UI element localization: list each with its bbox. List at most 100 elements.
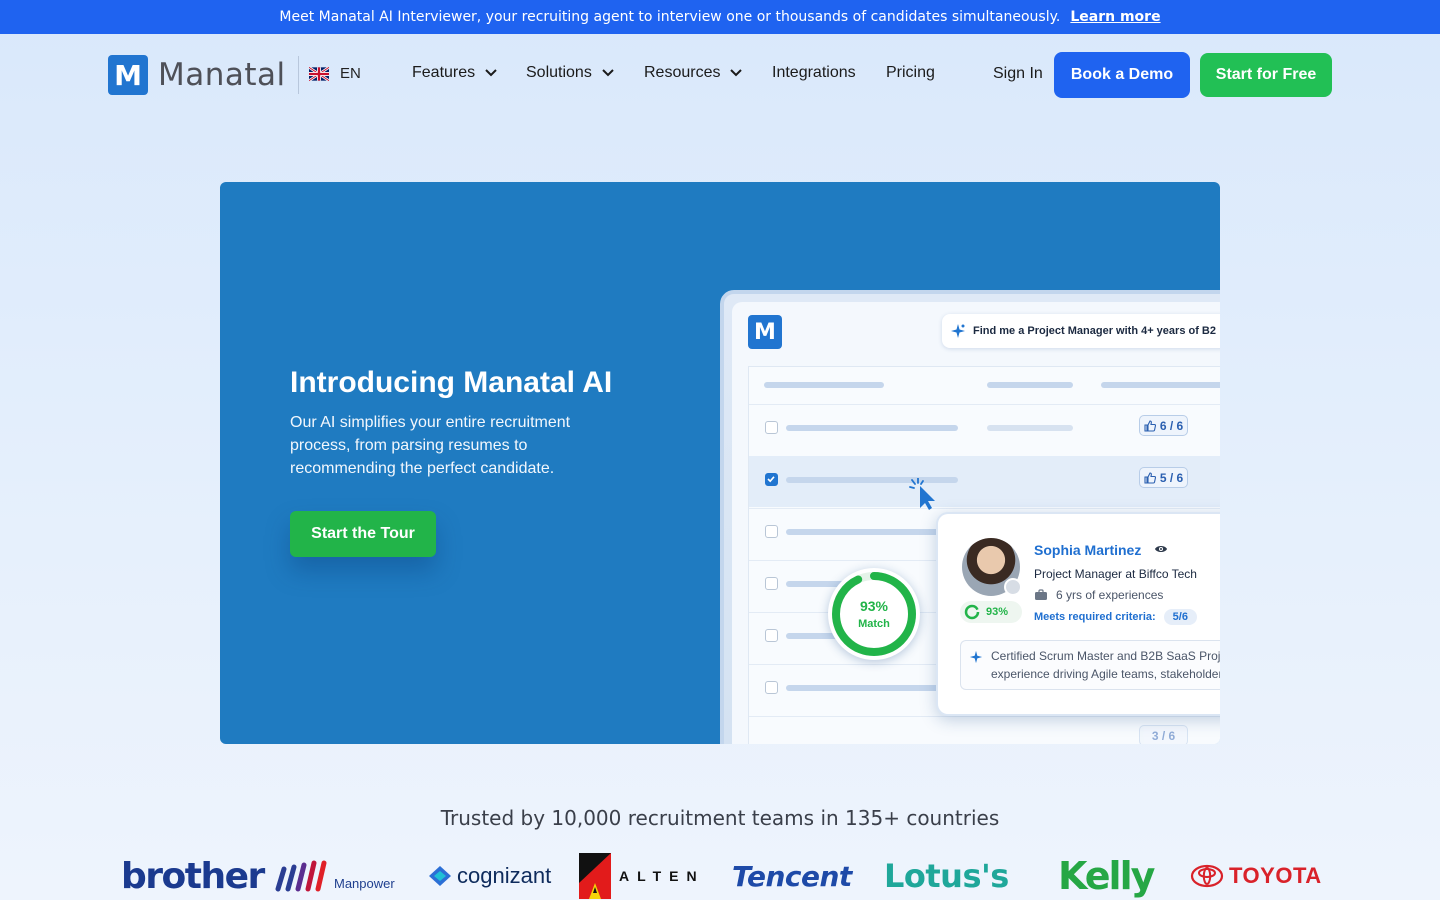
header-skeleton (1101, 382, 1220, 388)
check-icon (767, 476, 775, 483)
row-divider (749, 404, 1220, 405)
nav-pricing[interactable]: Pricing (886, 64, 935, 82)
candidate-match-badge: 93% (960, 601, 1022, 623)
language-label: EN (340, 65, 361, 82)
criteria-label: Meets required criteria: (1034, 611, 1156, 623)
toyota-wordmark: TOYOTA (1229, 863, 1322, 888)
progress-ring-icon (964, 604, 980, 620)
criteria-value: 5/6 (1163, 609, 1197, 625)
alten-mark-icon (579, 853, 611, 899)
candidate-role: Project Manager at Biffco Tech (1034, 567, 1197, 581)
row-skeleton (987, 425, 1073, 431)
alten-wordmark: ALTEN (619, 868, 705, 884)
ai-summary: Certified Scrum Master and B2B SaaS Proj… (960, 640, 1220, 690)
app-logo: M (748, 315, 782, 349)
score-value: 6 / 6 (1159, 418, 1184, 433)
toyota-mark-icon (1190, 864, 1224, 888)
hero-title: Introducing Manatal AI (290, 366, 613, 399)
match-score-ring: 93% Match (828, 568, 920, 660)
header-skeleton (987, 382, 1073, 388)
criteria-row: Meets required criteria: 5/6 (1034, 609, 1197, 625)
row-checkbox (765, 681, 778, 694)
header-divider (298, 56, 299, 94)
chevron-down-icon (602, 69, 614, 77)
cognizant-wordmark: cognizant (457, 863, 552, 888)
row-checkbox (765, 577, 778, 590)
score-badge: 3 / 6 (1139, 725, 1188, 744)
score-badge: 6 / 6 (1139, 415, 1188, 436)
manatal-logo[interactable]: M Manatal (108, 55, 286, 95)
nav-resources[interactable]: Resources (644, 64, 743, 82)
cognizant-logo: cognizant (427, 852, 551, 900)
toyota-logo: TOYOTA (1190, 852, 1322, 900)
announcement-message: Meet Manatal AI Interviewer, your recrui… (279, 9, 1061, 25)
experience-text: 6 yrs of experiences (1056, 588, 1164, 602)
nav-integrations[interactable]: Integrations (772, 64, 856, 82)
hero-section: Introducing Manatal AI Our AI simplifies… (220, 182, 1220, 744)
row-skeleton (786, 529, 958, 535)
sparkle-icon (969, 650, 983, 664)
summary-line-2: experience driving Agile teams, stakehol… (991, 667, 1220, 681)
score-value: 3 / 6 (1151, 728, 1176, 743)
score-value: 5 / 6 (1159, 470, 1184, 485)
row-checkbox (765, 525, 778, 538)
thumbs-up-icon (1144, 419, 1156, 432)
row-divider (749, 508, 1220, 509)
nav-features-label: Features (412, 64, 476, 81)
logo-text: Manatal (158, 57, 286, 93)
header-skeleton (764, 382, 884, 388)
sparkle-icon (951, 324, 965, 338)
tencent-logo: Tencent (732, 859, 852, 893)
row-checkbox (765, 421, 778, 434)
candidate-name: Sophia Martinez (1034, 542, 1142, 558)
hero-description: Our AI simplifies your entire recruitmen… (290, 414, 571, 477)
row-skeleton (786, 425, 958, 431)
chevron-down-icon (485, 69, 497, 77)
start-tour-button[interactable]: Start the Tour (290, 511, 436, 557)
sign-in-link[interactable]: Sign In (993, 65, 1043, 83)
nav-features[interactable]: Features (412, 64, 497, 82)
brother-logo: brother (121, 855, 265, 897)
manpower-logo: Manpower (274, 852, 395, 900)
summary-line-1: Certified Scrum Master and B2B SaaS Proj… (991, 649, 1220, 663)
match-percent: 93% (859, 598, 889, 614)
recruiter-avatar (1004, 578, 1022, 596)
match-ring-chart (832, 572, 916, 656)
row-divider (749, 716, 1220, 717)
app-logo-letter: M (754, 319, 776, 345)
manpower-wordmark: Manpower (334, 875, 395, 891)
alten-logo: ALTEN (579, 852, 705, 900)
book-demo-button[interactable]: Book a Demo (1054, 52, 1190, 98)
trusted-by-text: Trusted by 10,000 recruitment teams in 1… (440, 806, 1000, 830)
nav-pricing-label: Pricing (886, 64, 935, 81)
cognizant-mark-icon (429, 866, 451, 886)
uk-flag-icon (309, 66, 329, 81)
ai-search-query: Find me a Project Manager with 4+ years … (973, 325, 1216, 337)
kelly-logo: Kelly (1058, 854, 1155, 898)
learn-more-link[interactable]: Learn more (1070, 9, 1160, 25)
eye-icon (1155, 546, 1167, 552)
nav-solutions-label: Solutions (526, 64, 592, 81)
click-cursor-icon (909, 478, 935, 510)
row-checkbox-checked (765, 473, 778, 486)
ai-search-bar: Find me a Project Manager with 4+ years … (942, 314, 1220, 348)
nav-solutions[interactable]: Solutions (526, 64, 614, 82)
briefcase-icon (1035, 589, 1047, 600)
row-skeleton (786, 685, 958, 691)
chevron-down-icon (730, 69, 743, 77)
row-checkbox (765, 629, 778, 642)
candidate-experience: 6 yrs of experiences (1034, 588, 1163, 602)
nav-resources-label: Resources (644, 64, 721, 81)
language-selector[interactable]: EN (309, 65, 361, 82)
client-logos: brother Manpower cognizant ALTEN Tencent… (0, 852, 1440, 900)
thumbs-up-icon (1144, 471, 1156, 484)
lotus-logo: Lotus's (884, 857, 1009, 895)
score-badge: 5 / 6 (1139, 467, 1188, 488)
site-header: M Manatal EN Features Solutions Resource… (0, 34, 1440, 116)
manpower-mark-icon (275, 860, 327, 892)
start-free-button[interactable]: Start for Free (1200, 53, 1332, 97)
candidate-card: Sophia Martinez Project Manager at Biffc… (936, 512, 1220, 716)
candidate-match-percent: 93% (986, 606, 1009, 618)
logo-letter: M (114, 58, 142, 92)
nav-integrations-label: Integrations (772, 64, 856, 81)
